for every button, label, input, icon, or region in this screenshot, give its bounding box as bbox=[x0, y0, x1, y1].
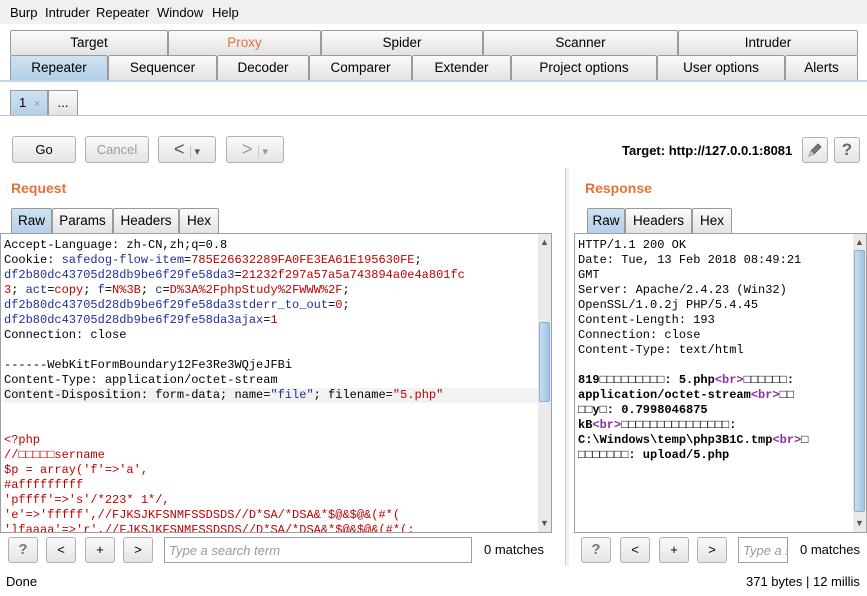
chevron-down-icon: ▾ bbox=[189, 146, 201, 158]
scroll-thumb[interactable] bbox=[539, 322, 550, 402]
response-search-input[interactable]: Type a search term bbox=[738, 537, 788, 563]
tab-scanner[interactable]: Scanner bbox=[483, 30, 678, 55]
status-bar: Done 371 bytes | 12 millis bbox=[0, 566, 867, 596]
split-divider[interactable] bbox=[565, 168, 569, 566]
back-button[interactable]: < ▾ bbox=[158, 136, 216, 163]
target-label: Target: http://127.0.0.1:8081 bbox=[622, 143, 793, 158]
chevron-down-icon: ▾ bbox=[257, 146, 269, 158]
tab-sequencer[interactable]: Sequencer bbox=[108, 55, 217, 80]
response-matches: 0 matches bbox=[800, 542, 860, 557]
response-tab-hex[interactable]: Hex bbox=[692, 208, 732, 233]
tab-spider[interactable]: Spider bbox=[321, 30, 483, 55]
repeater-new-tab[interactable]: ... bbox=[48, 90, 78, 115]
tab-decoder[interactable]: Decoder bbox=[217, 55, 309, 80]
menu-burp[interactable]: Burp bbox=[10, 5, 37, 20]
menu-repeater[interactable]: Repeater bbox=[96, 5, 149, 20]
menu-intruder[interactable]: Intruder bbox=[45, 5, 90, 20]
subtab-divider bbox=[0, 115, 867, 116]
tab-target[interactable]: Target bbox=[10, 30, 168, 55]
request-search-help-button[interactable]: ? bbox=[8, 537, 38, 563]
response-search-help-button[interactable]: ? bbox=[581, 537, 611, 563]
scroll-down-icon[interactable]: ▼ bbox=[539, 518, 550, 529]
tab-user-options[interactable]: User options bbox=[657, 55, 785, 80]
request-content: Accept-Language: zh-CN,zh;q=0.8 Cookie: … bbox=[4, 238, 538, 532]
request-search-input[interactable]: Type a search term bbox=[164, 537, 472, 563]
tab-repeater[interactable]: Repeater bbox=[10, 55, 108, 80]
chevron-right-icon: > bbox=[241, 139, 253, 159]
cancel-button[interactable]: Cancel bbox=[85, 136, 149, 163]
scroll-up-icon[interactable]: ▲ bbox=[854, 237, 865, 248]
request-title: Request bbox=[11, 180, 67, 196]
request-editor[interactable]: Accept-Language: zh-CN,zh;q=0.8 Cookie: … bbox=[0, 233, 552, 533]
main-tabs-row-1: Target Proxy Spider Scanner Intruder bbox=[10, 30, 858, 55]
request-scrollbar[interactable]: ▲ ▼ bbox=[538, 234, 551, 532]
response-tab-raw[interactable]: Raw bbox=[587, 208, 625, 233]
status-text: Done bbox=[6, 574, 38, 589]
menu-window[interactable]: Window bbox=[157, 5, 203, 20]
request-matches: 0 matches bbox=[484, 542, 544, 557]
request-tab-params[interactable]: Params bbox=[52, 208, 113, 233]
request-search-prev-button[interactable]: < bbox=[46, 537, 76, 563]
tab-project-options[interactable]: Project options bbox=[511, 55, 657, 80]
response-tab-headers[interactable]: Headers bbox=[625, 208, 692, 233]
menu-bar: Burp Intruder Repeater Window Help bbox=[0, 0, 867, 24]
response-scrollbar[interactable]: ▲ ▼ bbox=[853, 234, 866, 532]
response-search-prev-button[interactable]: < bbox=[620, 537, 650, 563]
response-content: HTTP/1.1 200 OK Date: Tue, 13 Feb 2018 0… bbox=[578, 238, 809, 462]
request-tab-headers[interactable]: Headers bbox=[113, 208, 179, 233]
tab-extender[interactable]: Extender bbox=[412, 55, 511, 80]
request-tab-raw[interactable]: Raw bbox=[11, 208, 52, 233]
request-search-add-button[interactable]: + bbox=[85, 537, 115, 563]
go-button[interactable]: Go bbox=[12, 136, 76, 163]
scroll-thumb[interactable] bbox=[854, 250, 865, 512]
forward-button[interactable]: > ▾ bbox=[226, 136, 284, 163]
close-icon[interactable]: × bbox=[34, 98, 40, 110]
response-search-next-button[interactable]: > bbox=[697, 537, 727, 563]
main-tabs-row-2: Repeater Sequencer Decoder Comparer Exte… bbox=[10, 55, 858, 80]
response-stats: 371 bytes | 12 millis bbox=[746, 574, 860, 589]
tab-underline bbox=[0, 80, 867, 82]
response-search-add-button[interactable]: + bbox=[659, 537, 689, 563]
pencil-icon bbox=[808, 143, 822, 157]
response-editor[interactable]: HTTP/1.1 200 OK Date: Tue, 13 Feb 2018 0… bbox=[574, 233, 867, 533]
scroll-up-icon[interactable]: ▲ bbox=[539, 237, 550, 248]
chevron-left-icon: < bbox=[173, 139, 185, 159]
tab-proxy[interactable]: Proxy bbox=[168, 30, 321, 55]
repeater-tab-label: 1 bbox=[19, 95, 27, 110]
tab-intruder[interactable]: Intruder bbox=[678, 30, 858, 55]
tab-alerts[interactable]: Alerts bbox=[785, 55, 858, 80]
repeater-tab-1[interactable]: 1 × bbox=[10, 90, 48, 115]
menu-help[interactable]: Help bbox=[212, 5, 239, 20]
edit-target-button[interactable] bbox=[802, 137, 828, 163]
request-search-next-button[interactable]: > bbox=[123, 537, 153, 563]
scroll-down-icon[interactable]: ▼ bbox=[854, 518, 865, 529]
response-title: Response bbox=[585, 180, 652, 196]
request-tab-hex[interactable]: Hex bbox=[179, 208, 219, 233]
tab-comparer[interactable]: Comparer bbox=[309, 55, 412, 80]
help-button[interactable]: ? bbox=[834, 137, 860, 163]
